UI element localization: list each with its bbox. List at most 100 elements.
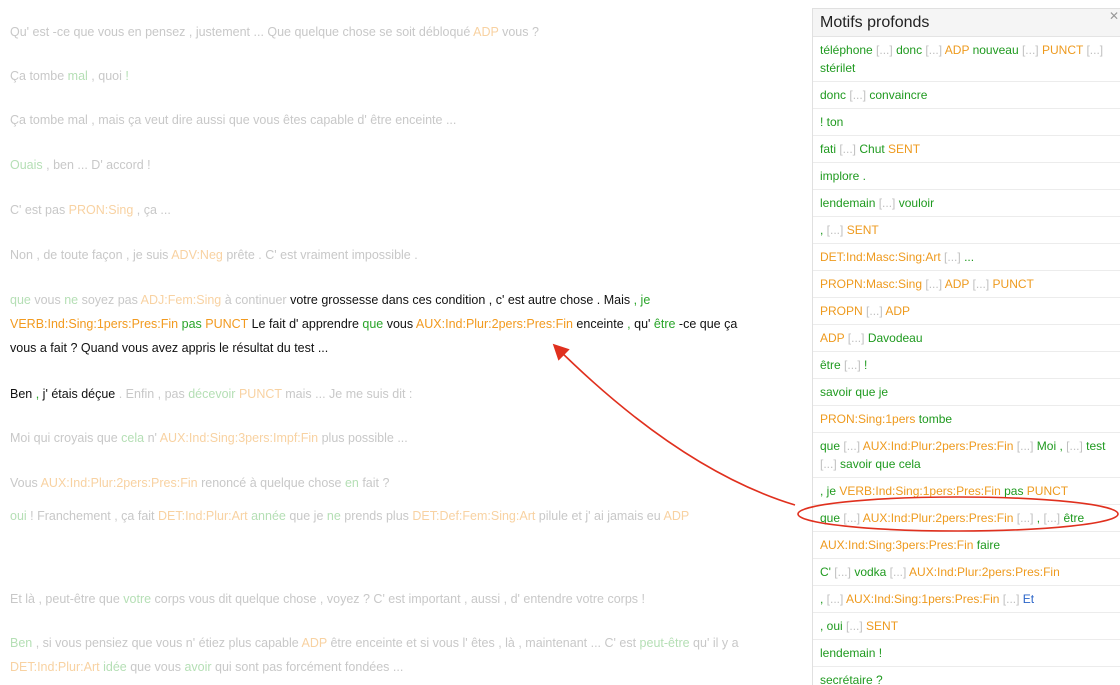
token: ne (64, 293, 79, 307)
pattern-item[interactable]: donc [...] convaincre (813, 82, 1120, 109)
pattern-token: SENT (866, 619, 899, 633)
token: C' est pas (10, 203, 69, 217)
pattern-token: ! ton (820, 115, 844, 129)
pattern-item[interactable]: que [...] AUX:Ind:Plur:2pers:Pres:Fin [.… (813, 505, 1120, 532)
token: Le fait d' apprendre (248, 317, 363, 331)
pattern-item[interactable]: ! ton (813, 109, 1120, 136)
pattern-token: [...] (823, 592, 847, 606)
token: à continuer (221, 293, 291, 307)
token: ADP (301, 636, 327, 650)
pattern-token: [...] (999, 592, 1023, 606)
token: votre (123, 592, 152, 606)
pattern-token: test (1086, 439, 1106, 453)
token: Ben (10, 636, 33, 650)
pattern-item[interactable]: que [...] AUX:Ind:Plur:2pers:Pres:Fin [.… (813, 433, 1120, 478)
pattern-item[interactable]: , [...] SENT (813, 217, 1120, 244)
utterance: Et là , peut-être que votre corps vous d… (10, 587, 750, 611)
token: VERB:Ind:Sing:1pers:Pres:Fin (10, 317, 179, 331)
pattern-item[interactable]: savoir que je (813, 379, 1120, 406)
token: Et là , peut-être que (10, 592, 124, 606)
token: pilule et j' ai jamais eu (535, 509, 664, 523)
pattern-token: PRON:Sing:1pers (820, 412, 916, 426)
token: prête . C' est vraiment impossible . (222, 248, 418, 262)
token: soyez pas (78, 293, 141, 307)
pattern-token: [...] (1013, 439, 1037, 453)
utterance: Ouais , ben ... D' accord ! (10, 153, 750, 177)
pattern-token: [...] (922, 43, 945, 57)
utterance: Ben , si vous pensiez que vous n' étiez … (10, 631, 750, 679)
pattern-item[interactable]: PROPN [...] ADP (813, 298, 1120, 325)
close-icon[interactable]: ✕ (1109, 9, 1119, 23)
pattern-item[interactable]: AUX:Ind:Sing:3pers:Pres:Fin faire (813, 532, 1120, 559)
pattern-token: [...] (862, 304, 886, 318)
pattern-token: [...] (844, 331, 868, 345)
pattern-token: [...] (1062, 439, 1087, 453)
pattern-item[interactable]: fati [...] Chut SENT (813, 136, 1120, 163)
pattern-token: téléphone (820, 43, 873, 57)
token: ne (326, 509, 341, 523)
token: j' étais déçue (39, 387, 119, 401)
token: Ouais (10, 158, 43, 172)
token: année (251, 509, 286, 523)
pattern-token: [...] (823, 223, 847, 237)
token: vous (30, 293, 65, 307)
pattern-token: [...] (820, 457, 841, 471)
pattern-token: , je (820, 484, 840, 498)
pattern-item[interactable]: lendemain ! (813, 640, 1120, 667)
pattern-token: ADP (885, 304, 911, 318)
token: , je (633, 293, 651, 307)
pattern-token: Davodeau (867, 331, 923, 345)
pattern-token: [...] (872, 43, 897, 57)
pattern-token: ADP (820, 331, 845, 345)
pattern-token: savoir que cela (840, 457, 921, 471)
token: PUNCT (205, 317, 249, 331)
token: PUNCT (238, 387, 282, 401)
pattern-item[interactable]: PROPN:Masc:Sing [...] ADP [...] PUNCT (813, 271, 1120, 298)
token: fait ? (358, 476, 390, 490)
token: que (10, 293, 31, 307)
token: ! (125, 69, 129, 83)
token: ADP (473, 25, 499, 39)
pattern-item[interactable]: être [...] ! (813, 352, 1120, 379)
pattern-item[interactable]: DET:Ind:Masc:Sing:Art [...] ... (813, 244, 1120, 271)
utterance: Ça tombe mal , quoi ! (10, 64, 750, 88)
pattern-token: que (820, 511, 841, 525)
token: Ça tombe (10, 69, 68, 83)
pattern-item[interactable]: secrétaire ? (813, 667, 1120, 685)
token: cela (121, 431, 145, 445)
pattern-token: donc (896, 43, 923, 57)
pattern-token: PUNCT (1026, 484, 1069, 498)
pattern-token: lendemain (820, 196, 876, 210)
pattern-token: Moi , (1036, 439, 1063, 453)
token: corps vous dit quelque chose , voyez ? C… (151, 592, 645, 606)
pattern-item[interactable]: ADP [...] Davodeau (813, 325, 1120, 352)
transcript-pane: Qu' est -ce que vous en pensez , justeme… (10, 0, 770, 684)
token: AUX:Ind:Plur:2pers:Pres:Fin (415, 317, 573, 331)
token: mal (67, 69, 88, 83)
pattern-item[interactable]: téléphone [...] donc [...] ADP nouveau [… (813, 37, 1120, 82)
pattern-item[interactable]: , oui [...] SENT (813, 613, 1120, 640)
pattern-token: [...] (840, 358, 865, 372)
pattern-item[interactable]: lendemain [...] vouloir (813, 190, 1120, 217)
token: que vous (126, 660, 185, 674)
token: , quoi (87, 69, 126, 83)
pattern-token: PROPN (820, 304, 863, 318)
pattern-item[interactable]: C' [...] vodka [...] AUX:Ind:Plur:2pers:… (813, 559, 1120, 586)
pattern-token: [...] (886, 565, 910, 579)
pattern-item[interactable]: , je VERB:Ind:Sing:1pers:Pres:Fin pas PU… (813, 478, 1120, 505)
token: PRON:Sing (68, 203, 134, 217)
token: , ben ... D' accord ! (42, 158, 151, 172)
pattern-item[interactable]: , [...] AUX:Ind:Sing:1pers:Pres:Fin [...… (813, 586, 1120, 613)
token: oui (10, 509, 27, 523)
pattern-token: ... (964, 250, 975, 264)
token: être (653, 317, 676, 331)
token: pas (181, 317, 202, 331)
pattern-item[interactable]: implore . (813, 163, 1120, 190)
token: décevoir (188, 387, 236, 401)
token: peut-être (639, 636, 690, 650)
token: vous (383, 317, 416, 331)
pattern-token: PUNCT (992, 277, 1034, 291)
pattern-token: faire (973, 538, 1001, 552)
pattern-token: ! (864, 358, 868, 372)
pattern-item[interactable]: PRON:Sing:1pers tombe (813, 406, 1120, 433)
